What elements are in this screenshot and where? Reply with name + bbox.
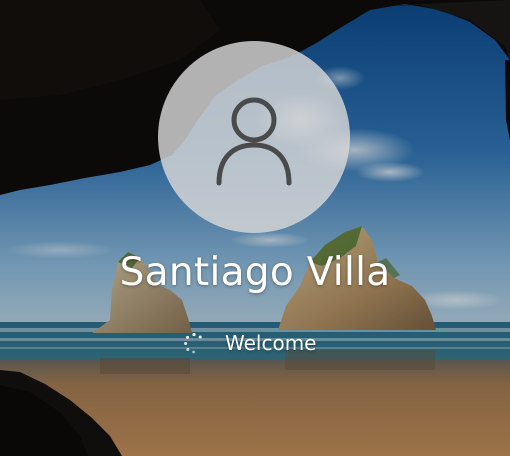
sign-in-status: Welcome	[183, 326, 316, 360]
user-silhouette-icon	[216, 97, 292, 186]
user-name: Santiago Villa	[119, 250, 391, 295]
lock-screen: Santiago Villa Welcome	[0, 0, 510, 456]
loading-spinner-icon	[184, 332, 202, 354]
welcome-status-text: Welcome	[225, 331, 317, 355]
user-avatar	[158, 41, 350, 233]
